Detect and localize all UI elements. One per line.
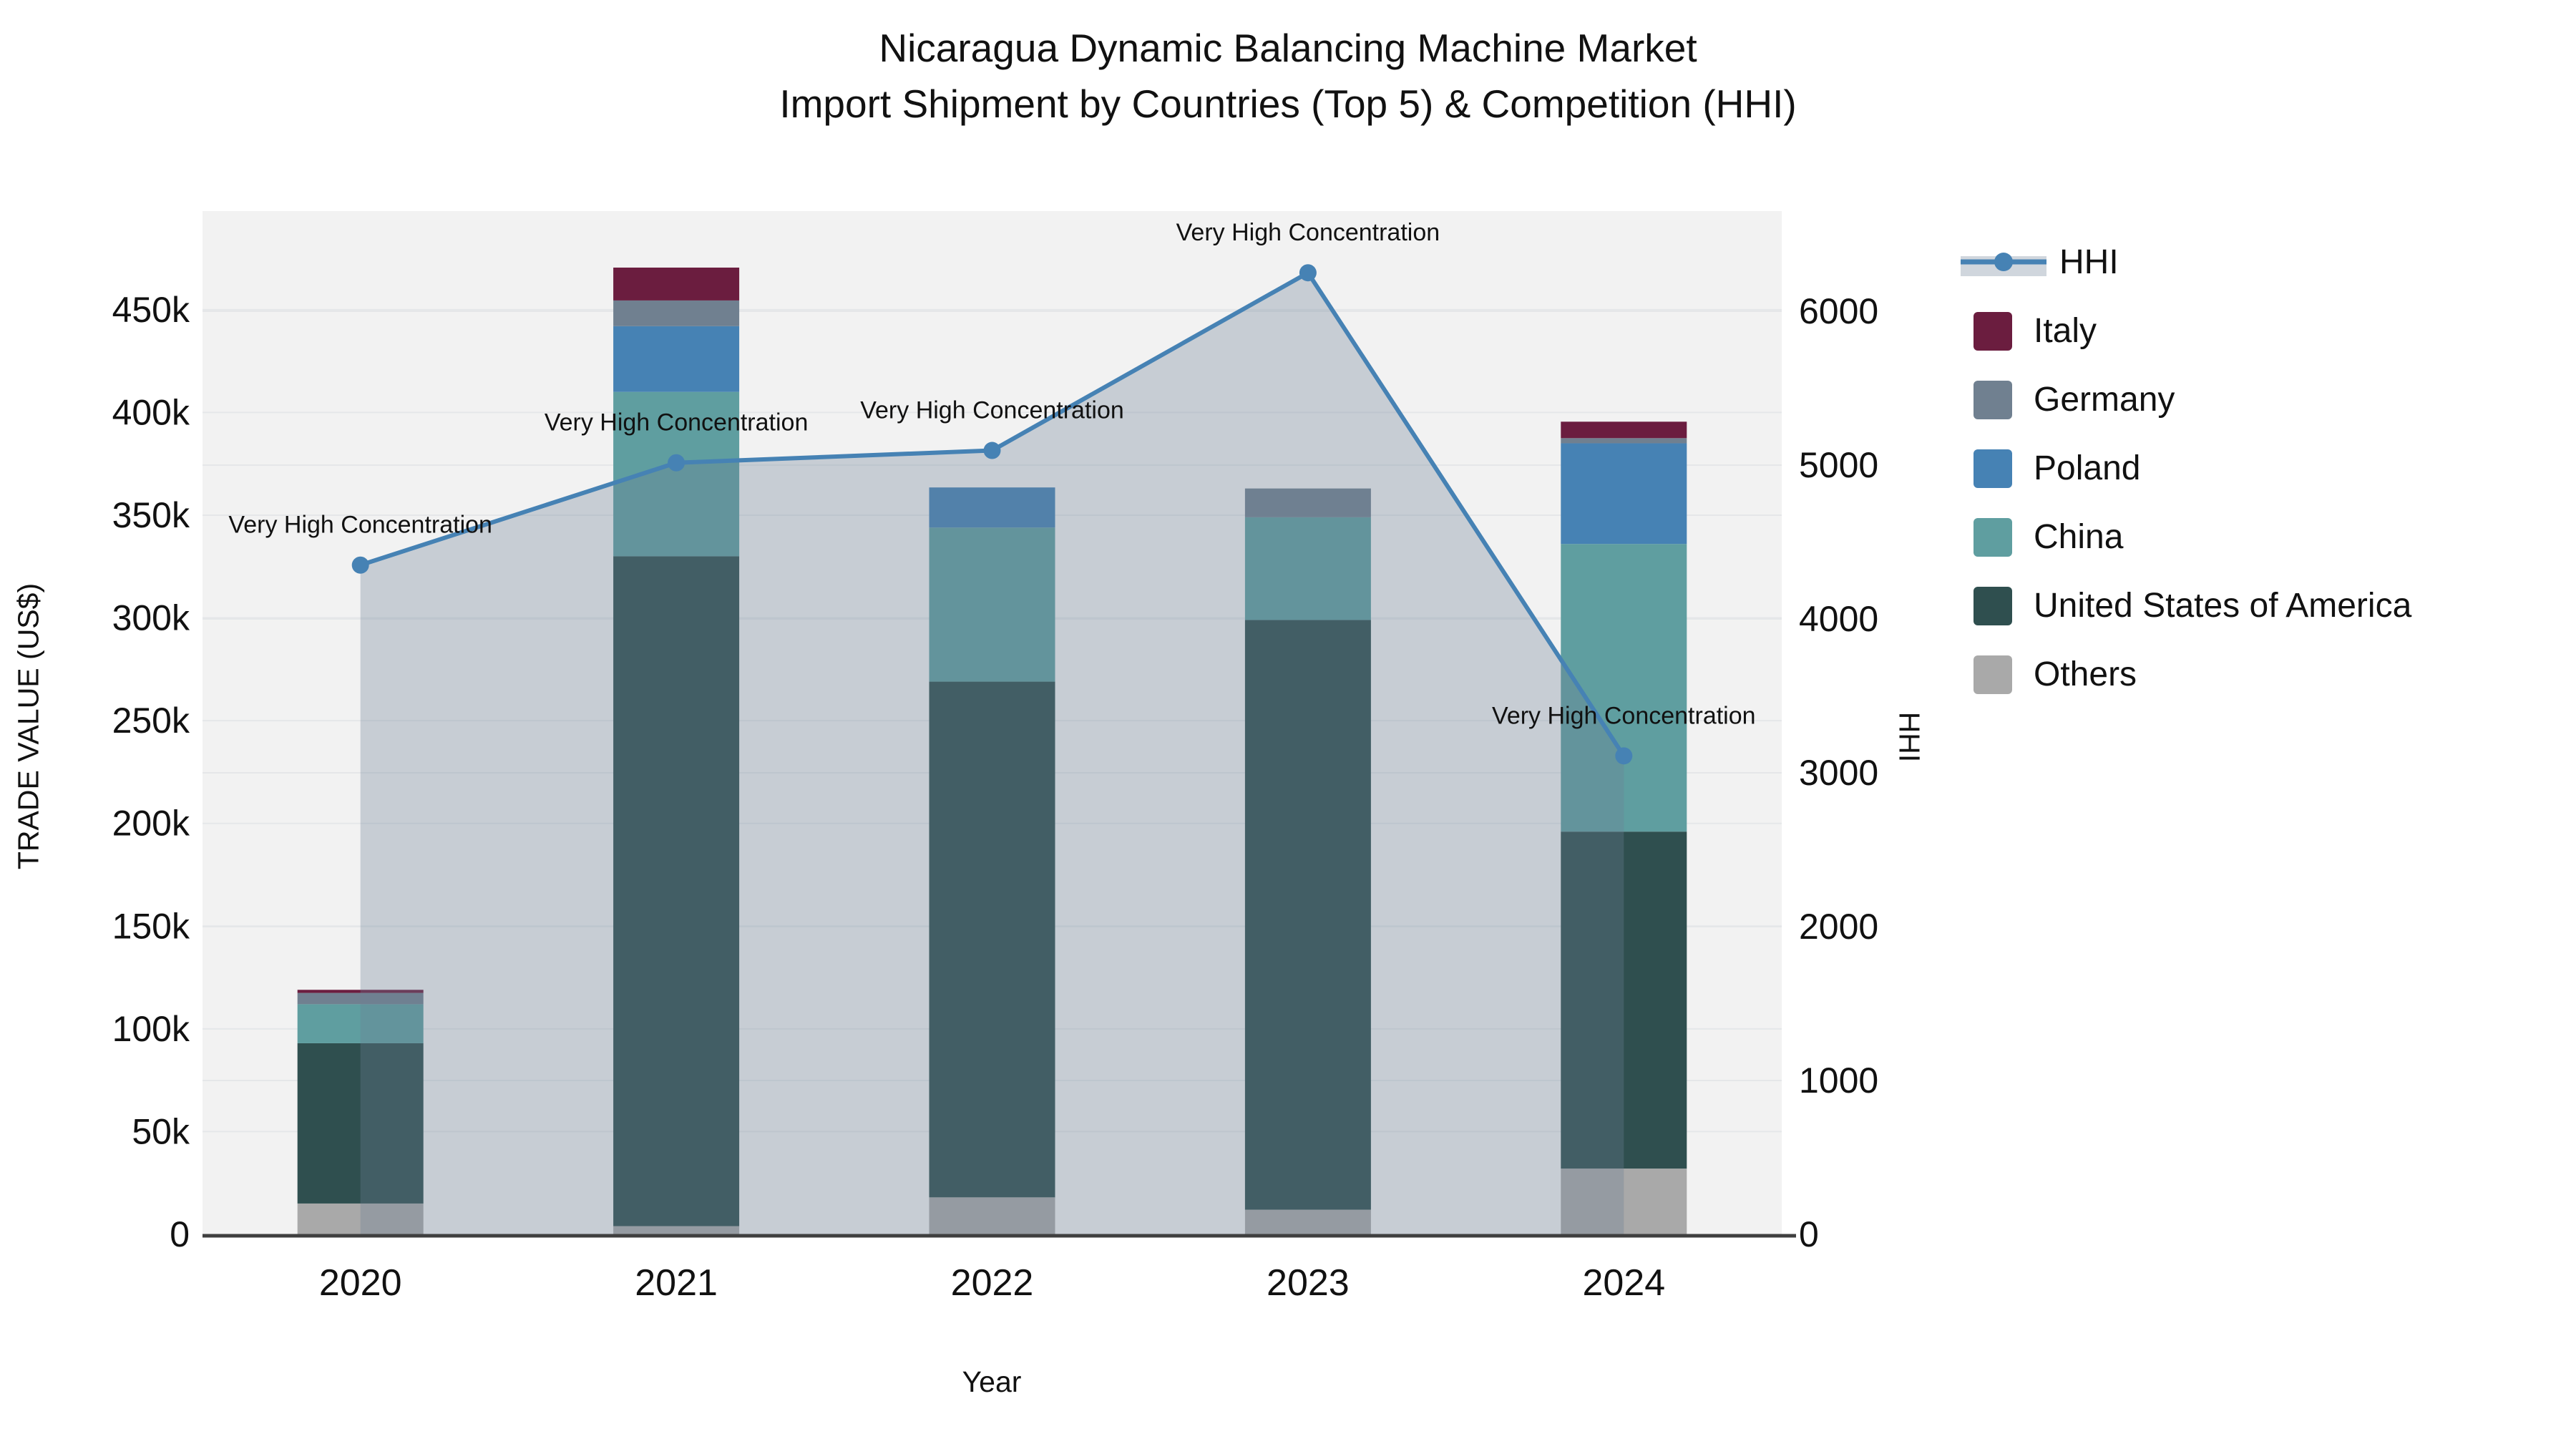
y-left-tick-150k: 150k (112, 906, 190, 946)
y-right-tick-5000: 5000 (1799, 445, 1878, 485)
y-right-tick-3000: 3000 (1799, 753, 1878, 793)
annotation-2023: Very High Concentration (1176, 219, 1440, 246)
y-left-tick-100k: 100k (112, 1009, 190, 1049)
annotation-2020: Very High Concentration (228, 512, 492, 539)
legend-label: China (2034, 518, 2124, 556)
legend-hhi-marker-swatch (1994, 253, 2013, 271)
figure: Nicaragua Dynamic Balancing Machine Mark… (0, 0, 2576, 1449)
x-tick-2020: 2020 (319, 1262, 402, 1304)
legend-item-germany[interactable]: Germany (1974, 381, 2175, 419)
y-right-tick-4000: 4000 (1799, 599, 1878, 639)
legend-label: Others (2034, 655, 2137, 693)
legend-label: Italy (2034, 312, 2097, 350)
legend-item-hhi[interactable]: HHI (1961, 243, 2119, 281)
annotation-2021: Very High Concentration (545, 409, 809, 436)
y-axis-title-right: HHI (1893, 711, 1926, 763)
x-tick-2022: 2022 (951, 1262, 1034, 1304)
legend-chip-icon (1974, 518, 2012, 557)
legend-label: Poland (2034, 449, 2140, 487)
x-tick-2021: 2021 (635, 1262, 718, 1304)
legend-chip-icon (1974, 381, 2012, 419)
y-left-tick-50k: 50k (132, 1111, 190, 1151)
plot-svg: Very High Concentration Very High Concent… (112, 211, 2412, 1304)
legend-item-italy[interactable]: Italy (1974, 312, 2097, 351)
annotation-2022: Very High Concentration (860, 397, 1124, 424)
y-right-tick-1000: 1000 (1799, 1060, 1878, 1101)
y-left-tick-450k: 450k (112, 290, 190, 330)
x-axis-title: Year (962, 1365, 1022, 1398)
legend-label: HHI (2059, 243, 2119, 281)
legend-item-united-states-of-america[interactable]: United States of America (1974, 587, 2412, 625)
y-left-tick-200k: 200k (112, 804, 190, 844)
bar-segment-poland-2021[interactable] (613, 326, 740, 392)
hhi-marker-2022[interactable] (983, 441, 1001, 459)
x-tick-2023: 2023 (1267, 1262, 1350, 1304)
hhi-marker-2021[interactable] (668, 454, 686, 472)
legend-chip-icon (1974, 312, 2012, 351)
legend-item-others[interactable]: Others (1974, 655, 2137, 694)
x-tick-2024: 2024 (1582, 1262, 1665, 1304)
hhi-marker-2024[interactable] (1615, 747, 1633, 765)
bar-segment-germany-2024[interactable] (1561, 438, 1687, 444)
y-left-tick-0: 0 (170, 1214, 190, 1254)
legend-label: United States of America (2034, 587, 2412, 625)
y-axis-title-left: TRADE VALUE (US$) (11, 582, 45, 870)
bar-segment-germany-2021[interactable] (613, 300, 740, 326)
y-right-tick-6000: 6000 (1799, 291, 1878, 331)
y-left-tick-300k: 300k (112, 598, 190, 638)
legend-chip-icon (1974, 449, 2012, 488)
y-right-tick-0: 0 (1799, 1214, 1819, 1254)
legend-chip-icon (1974, 587, 2012, 625)
y-left-tick-400k: 400k (112, 392, 190, 432)
y-right-tick-2000: 2000 (1799, 907, 1878, 947)
bar-segment-poland-2024[interactable] (1561, 443, 1687, 545)
bar-segment-italy-2021[interactable] (613, 267, 740, 301)
legend-item-china[interactable]: China (1974, 518, 2124, 557)
legend-label: Germany (2034, 381, 2175, 419)
hhi-marker-2020[interactable] (351, 556, 369, 574)
y-left-tick-250k: 250k (112, 701, 190, 741)
bar-segment-italy-2024[interactable] (1561, 421, 1687, 439)
legend-chip-icon (1974, 655, 2012, 694)
y-left-tick-350k: 350k (112, 495, 190, 535)
legend-item-poland[interactable]: Poland (1974, 449, 2140, 488)
hhi-marker-2023[interactable] (1299, 264, 1317, 282)
annotation-2024: Very High Concentration (1492, 702, 1756, 729)
